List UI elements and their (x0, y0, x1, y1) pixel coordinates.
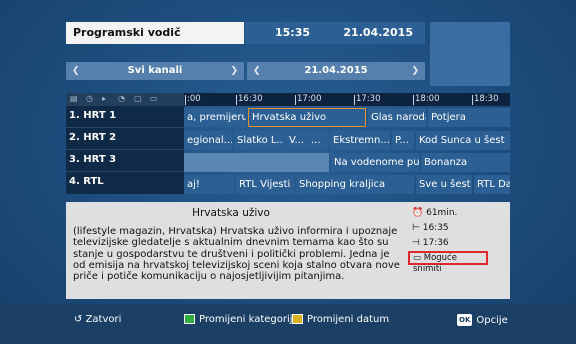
program-cell[interactable]: egional... (184, 131, 232, 150)
program-cell[interactable]: Na vodenome putu (331, 153, 419, 172)
time-tick: 16:30 (236, 94, 263, 105)
end-time-info: ⊣ 17:36 (412, 238, 449, 248)
time-tick: 18:00 (413, 94, 440, 105)
chevron-left-icon[interactable]: ❮ (72, 62, 80, 80)
record-icon: ▸ (102, 94, 107, 103)
chevron-right-icon[interactable]: ❯ (230, 62, 238, 80)
channel-item[interactable]: 4. RTL (66, 172, 184, 194)
program-cell[interactable]: V... (286, 131, 306, 150)
duration-value: 61min. (426, 208, 458, 218)
epg-grid: a, premijeru Hrvatska uživo Glas naroda … (184, 106, 510, 194)
program-cell[interactable]: Sve u šest (416, 175, 472, 194)
chevron-left-icon[interactable]: ❮ (253, 62, 261, 80)
record-available-badge: ▭ Moguće snimiti (408, 251, 488, 274)
date-label: 21.04.2015 (304, 65, 368, 76)
program-cell[interactable]: Kod Sunca u šest (416, 131, 510, 150)
channel-toolbar: ▤ ◷ ▸ ◔ ▢ ▭ (66, 93, 184, 106)
program-description: (lifestyle magazin, Hrvatska) Hrvatska u… (73, 226, 400, 283)
program-cell-selected[interactable]: Hrvatska uživo (248, 108, 366, 127)
chevron-right-icon[interactable]: ❯ (411, 62, 419, 80)
channel-filter-selector[interactable]: ❮ Svi kanali ❯ (66, 62, 244, 80)
channel-item[interactable]: 2. HRT 2 (66, 128, 184, 150)
close-label: Zatvori (85, 314, 122, 325)
change-category-button[interactable]: Promijeni kategoriju (184, 314, 299, 326)
timeline: :00 16:30 17:00 17:30 18:00 18:30 (184, 93, 510, 106)
program-cell[interactable]: Glas naroda (368, 108, 426, 127)
reminder-icon: ◔ (118, 94, 125, 103)
record-card-icon: ▭ (413, 253, 422, 263)
date-selector[interactable]: ❮ 21.04.2015 ❯ (247, 62, 425, 80)
channel-filter-label: Svi kanali (127, 65, 183, 76)
change-date-label: Promijeni datum (307, 314, 390, 325)
green-key-icon (184, 314, 195, 324)
tv-preview (430, 22, 510, 86)
time-tick: :00 (185, 94, 201, 105)
program-cell[interactable]: Ekstremn... (330, 131, 390, 150)
program-cell[interactable]: Bonanza (421, 153, 510, 172)
yellow-key-icon (292, 314, 303, 324)
channel-item[interactable]: 1. HRT 1 (66, 106, 184, 128)
start-time-info: ⊢ 16:35 (412, 223, 449, 233)
program-cell[interactable]: P... (392, 131, 414, 150)
options-label: Opcije (476, 315, 508, 326)
tv-icon: ▤ (70, 94, 78, 103)
program-title: Hrvatska uživo (192, 207, 270, 219)
program-cell[interactable]: Shopping kraljica (296, 175, 414, 194)
page-title: Programski vodič (66, 22, 244, 44)
time-tick: 17:30 (354, 94, 381, 105)
lock-icon: ▢ (134, 94, 142, 103)
program-cell[interactable] (184, 153, 329, 172)
channel-item[interactable]: 3. HRT 3 (66, 150, 184, 172)
change-category-label: Promijeni kategoriju (199, 314, 299, 325)
close-button[interactable]: ↺ Zatvori (74, 314, 121, 326)
program-cell[interactable]: a, premijeru (184, 108, 246, 127)
clock-bar: 15:35 21.04.2015 (245, 22, 425, 44)
current-time: 15:35 (275, 26, 311, 39)
program-cell[interactable]: RTL Vijesti (236, 175, 294, 194)
change-date-button[interactable]: Promijeni datum (292, 314, 389, 326)
start-arrow-icon: ⊢ (412, 223, 420, 233)
program-cell[interactable]: ... (308, 131, 328, 150)
ok-key-icon: OK (457, 314, 473, 326)
clock-icon: ◷ (86, 94, 93, 103)
channel-list: 1. HRT 1 2. HRT 2 3. HRT 3 4. RTL (66, 106, 184, 194)
program-cell[interactable]: Slatko L... (234, 131, 284, 150)
back-icon: ↺ (74, 314, 83, 325)
alarm-clock-icon: ⏰ (412, 208, 424, 218)
current-date: 21.04.2015 (343, 26, 413, 39)
time-tick: 17:00 (295, 94, 322, 105)
program-details-panel: Hrvatska uživo (lifestyle magazin, Hrvat… (66, 202, 510, 299)
program-cell[interactable]: aj! (184, 175, 234, 194)
program-cell[interactable]: Potjera (428, 108, 510, 127)
folder-icon: ▭ (150, 94, 158, 103)
end-time-value: 17:36 (422, 238, 449, 248)
duration-info: ⏰ 61min. (412, 208, 457, 218)
options-button[interactable]: OK Opcije (457, 314, 508, 327)
time-tick: 18:30 (472, 94, 499, 105)
end-arrow-icon: ⊣ (412, 238, 420, 248)
start-time-value: 16:35 (422, 223, 449, 233)
program-cell[interactable]: RTL Da (474, 175, 510, 194)
